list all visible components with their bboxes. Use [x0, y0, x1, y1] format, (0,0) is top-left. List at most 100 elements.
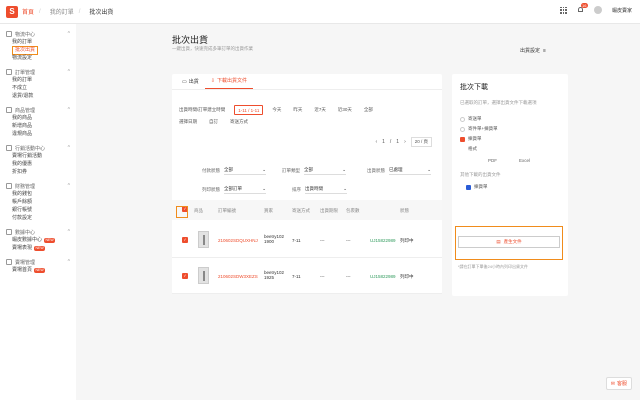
sidebar-item[interactable]: 退貨/退款	[0, 92, 76, 100]
ship-settings-label: 出貨設定	[520, 48, 541, 54]
sidebar-item-active[interactable]: 批次出貨	[0, 45, 76, 55]
sidebar-item[interactable]: 我的商品	[0, 114, 76, 122]
apps-grid-icon[interactable]	[559, 6, 567, 14]
ship-status-select[interactable]: 已處理 ⌄	[389, 166, 431, 175]
sidebar-item[interactable]: 違規商品	[0, 130, 76, 138]
date-chip[interactable]: 自訂	[206, 117, 221, 126]
help-label: 客服	[616, 381, 627, 387]
filter-order-type: 訂單類型 全部 ⌄	[282, 166, 346, 175]
sidebar-item[interactable]: 不成立	[0, 84, 76, 92]
breadcrumb-home[interactable]: 首頁	[22, 7, 34, 16]
date-chip[interactable]: 選擇日期	[176, 117, 200, 126]
shopee-logo-icon[interactable]: S	[6, 5, 18, 18]
help-chat-button[interactable]: ✉ 客服	[605, 377, 632, 390]
option-picklist[interactable]: 揀貨單	[460, 134, 560, 144]
buyer-name: beetry102 1925	[264, 270, 285, 280]
date-chip[interactable]: 近7天	[311, 106, 329, 115]
table-row[interactable]: ✓ 210602SDW3XEZS beetry102 1925 7-11 ---…	[172, 258, 442, 294]
sidebar-item-label: 我的優惠	[12, 161, 33, 167]
sidebar-item[interactable]: 帳戶餘額	[0, 198, 76, 206]
generate-button-label: 產生文件	[503, 239, 522, 244]
date-chip[interactable]: 寄送方式	[227, 117, 251, 126]
breadcrumb-orders[interactable]: 我的訂單	[50, 7, 74, 16]
new-tag: NEW	[44, 237, 56, 243]
sidebar-item[interactable]: 付款設定	[0, 214, 76, 222]
format-label-text: 格式	[468, 146, 477, 151]
other-doc-option[interactable]: 揀貨單	[460, 182, 560, 192]
shop-icon	[6, 259, 12, 265]
tab-ship[interactable]: ▭ 出貨	[176, 78, 205, 89]
prev-page-button[interactable]: ‹	[375, 139, 377, 145]
filter-label: 付款狀態	[202, 167, 220, 173]
sidebar-item[interactable]: 我的錢包	[0, 190, 76, 198]
format-label: 格式	[460, 144, 560, 154]
print-status-select[interactable]: 全部訂單 ⌄	[224, 185, 266, 194]
sidebar-item[interactable]: 我的優惠	[0, 160, 76, 168]
date-filter-label: 出貨時間/訂單建立時間	[179, 107, 226, 112]
next-page-button[interactable]: ›	[404, 139, 406, 145]
sidebar-item[interactable]: 銀行帳號	[0, 206, 76, 214]
breadcrumb-sep: /	[39, 8, 41, 15]
sidebar-item[interactable]: 賣場首頁 NEW	[0, 266, 76, 274]
option-shipping-label[interactable]: 寄送單	[460, 114, 560, 124]
format-excel[interactable]: Excel	[519, 158, 530, 163]
tab-download-docs[interactable]: ⇩ 下載出貨文件	[204, 77, 253, 89]
tracking-number[interactable]: UJ15822989	[370, 274, 396, 279]
row-checkbox[interactable]: ✓	[182, 273, 188, 279]
sidebar-section-header[interactable]: 賣場管理 ^	[0, 258, 76, 266]
current-page: 1	[382, 139, 385, 145]
ship-deadline: ---	[320, 238, 325, 243]
sidebar-item[interactable]: 賣場表現 NEW	[0, 244, 76, 252]
sidebar-item[interactable]: 賣場行銷活動	[0, 152, 76, 160]
sidebar-section-header[interactable]: 物流中心 ^	[0, 30, 76, 38]
sidebar-section-header[interactable]: 訂單管理 ^	[0, 68, 76, 76]
sidebar-section: 物流中心 ^ 我的訂單 批次出貨 物流設定	[0, 30, 76, 62]
page-subtitle: 一鍵出貨，快速完成多筆訂單的出貨作業	[172, 46, 253, 51]
row-checkbox[interactable]: ✓	[182, 237, 188, 243]
format-pdf[interactable]: PDF	[488, 158, 497, 163]
status-text: 列印中	[400, 274, 414, 279]
product-thumbnail	[198, 231, 209, 248]
sidebar-item[interactable]: 折扣券	[0, 168, 76, 176]
tracking-number[interactable]: UJ15822989	[370, 238, 396, 243]
section-title: 財務管理	[15, 183, 36, 190]
payment-select[interactable]: 全部 ⌄	[224, 166, 266, 175]
date-chip-selected[interactable]: 1-11 / 1-11	[234, 105, 264, 115]
date-chip[interactable]: 近30天	[335, 106, 355, 115]
order-sn[interactable]: 210602SDW3XEZS	[218, 274, 258, 279]
sidebar-section-header[interactable]: 財務管理 ^	[0, 182, 76, 190]
sidebar-section-header[interactable]: 商品管理 ^	[0, 106, 76, 114]
check-icon: ✓	[182, 273, 188, 279]
order-type-select[interactable]: 全部 ⌄	[304, 166, 346, 175]
sidebar-section-header[interactable]: 行銷活動中心 ^	[0, 144, 76, 152]
per-page-select[interactable]: 20 / 頁	[410, 137, 432, 147]
notification-bell-icon[interactable]: 16	[577, 3, 588, 14]
generate-docs-button[interactable]: ▤ 產生文件	[458, 236, 560, 248]
sidebar-item[interactable]: 我的訂單	[0, 76, 76, 84]
sidebar-section: 賣場管理 ^ 賣場首頁 NEW	[0, 258, 76, 274]
date-chip[interactable]: 昨天	[290, 106, 305, 115]
panel-subtitle: 已選取的訂單，選擇出貨文件下載選項	[460, 100, 537, 105]
table-row[interactable]: ✓ 210602SDQUXHNJ beetry102 1900 7-11 ---…	[172, 222, 442, 258]
date-chip[interactable]: 今天	[269, 106, 284, 115]
option-label-picklist[interactable]: 寄件單+揀貨單	[460, 124, 560, 134]
avatar[interactable]	[593, 6, 602, 14]
sidebar-item[interactable]: 新增商品	[0, 122, 76, 130]
order-sn[interactable]: 210602SDQUXHNJ	[218, 238, 258, 243]
username[interactable]: 蝦皮賣家	[612, 7, 632, 14]
ship-settings-button[interactable]: 出貨設定 ≡	[520, 47, 546, 55]
sidebar-item[interactable]: 蝦皮數據中心 NEW	[0, 236, 76, 244]
ship-deadline: ---	[320, 274, 325, 279]
package-count: ---	[346, 274, 351, 279]
sidebar-item[interactable]: 物流設定	[0, 54, 76, 62]
sort-select[interactable]: 出貨時間 ⌄	[305, 185, 347, 194]
package-count: ---	[346, 238, 351, 243]
sidebar-item-label: 新增商品	[12, 123, 33, 129]
sidebar-item-label: 賣場表現	[12, 245, 33, 251]
sidebar-item-label: 我的錢包	[12, 191, 33, 197]
col-header: 寄送方式	[292, 208, 310, 213]
sidebar-section-header[interactable]: 數據中心 ^	[0, 228, 76, 236]
date-chip[interactable]: 全部	[361, 106, 376, 115]
filter-label: 出貨狀態	[367, 167, 385, 173]
checked-checkbox-icon	[460, 136, 465, 142]
